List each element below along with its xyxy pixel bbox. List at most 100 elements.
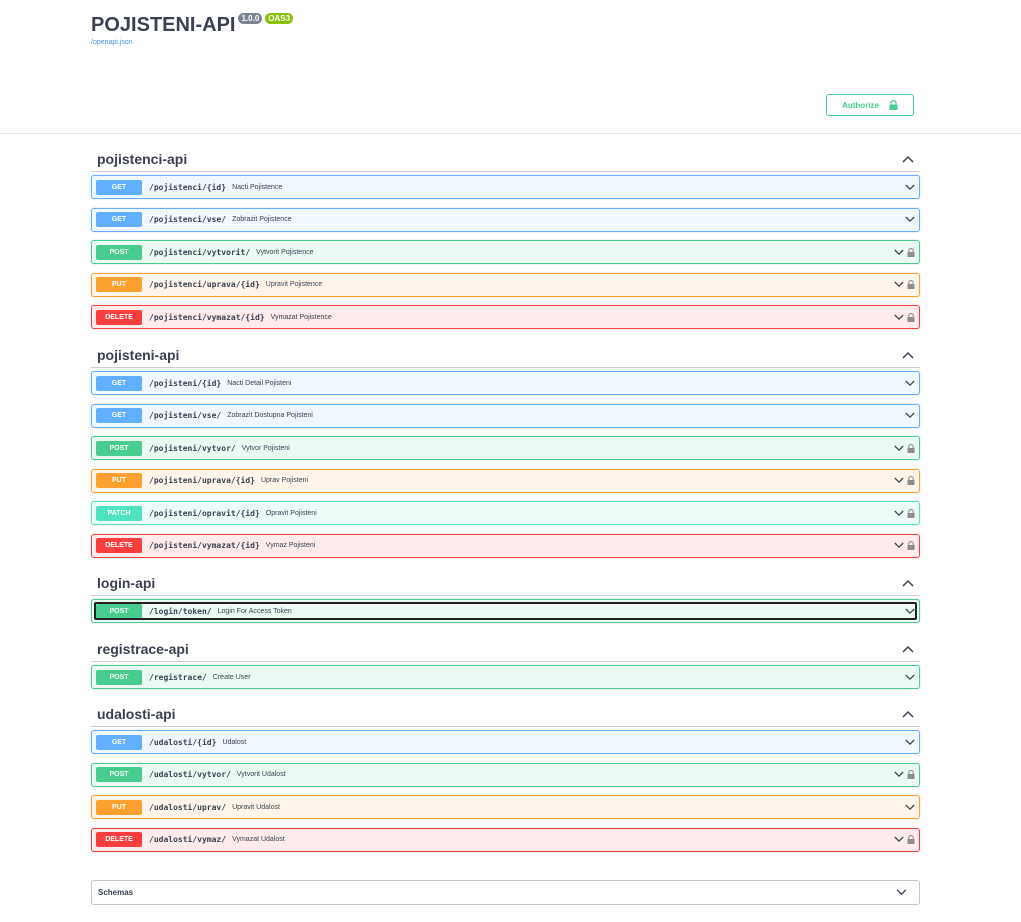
tag-name: login-api [97,574,156,591]
operation-summary: Vymazat Udalost [232,836,285,843]
operation-summary: Create User [212,673,251,681]
chevron-down-icon [905,380,915,386]
lock-icon[interactable] [907,247,915,257]
tag-header[interactable]: pojistenci-api [91,146,920,172]
lock-icon[interactable] [907,835,915,844]
method-badge: GET [96,212,142,227]
method-badge: PATCH [96,505,142,521]
method-badge: DELETE [96,538,142,553]
operation-summary: Nacti Detail Pojisteni [227,379,292,387]
operation-controls [894,535,915,557]
operation-put[interactable]: PUT/pojisteni/uprava/{id} Uprav Pojisteni [91,468,920,493]
schemas-section[interactable]: Schemas [91,880,920,905]
method-badge: GET [96,408,142,423]
operation-get[interactable]: GET/pojisteni/{id} Nacti Detail Pojisteni [91,371,920,395]
operation-patch[interactable]: PATCH/pojisteni/opravit/{id} Opravit Poji… [91,501,920,525]
operation-post[interactable]: POST/login/token/Login For Access Token [91,599,920,623]
collapse-toggle[interactable] [902,155,914,163]
operation-controls [905,176,915,198]
operation-summary: Uprav Pojisteni [260,477,309,484]
method-badge: PUT [96,473,142,488]
operation-controls [894,241,915,263]
operation-post[interactable]: POST/pojisteni/vytvor/Vytvor Pojisteni [91,436,920,460]
operation-delete[interactable]: DELETE/udalosti/vymaz/Vymazat Udalost [91,827,920,852]
method-badge: POST [96,440,142,456]
chevron-down-icon [894,249,904,255]
operation-summary: Vytvorit Udalost [236,771,286,778]
chevron-down-icon [905,216,915,223]
operation-summary: Vytvorit Pojistence [256,248,314,256]
chevron-up-icon [902,645,914,653]
operation-summary: Udalost [222,738,247,746]
tag-section-login-api: login-api POST/login/token/Login For Acce… [91,570,920,632]
operation-put[interactable]: PUT/udalosti/uprav/Upravit Udalost [91,795,920,819]
operation-path: /udalosti/vymaz/ [149,835,227,844]
chevron-down-icon [905,804,915,810]
operation-controls [894,306,915,328]
operation-summary: Zobrazit Dostupna Pojisteni [227,412,313,419]
operation-get[interactable]: GET/udalosti/{id} Udalost [91,730,920,754]
chevron-down-icon [894,281,904,288]
method-badge: POST [96,669,142,685]
chevron-down-icon [894,510,904,516]
operation-get[interactable]: GET/pojisteni/vse/Zobrazit Dostupna Poji… [91,403,920,428]
operation-controls [905,372,915,394]
authorize-button[interactable]: Authorize [826,94,914,116]
operation-controls [894,470,915,492]
tag-section-pojisteni-api: pojisteni-api GET/pojisteni/{id} Nacti Det… [91,342,920,566]
operation-summary: Opravit Pojisteni [265,509,317,517]
collapse-toggle[interactable] [902,351,914,359]
tag-header[interactable]: udalosti-api [91,701,920,727]
operation-post[interactable]: POST/udalosti/vytvor/Vytvorit Udalost [91,762,920,787]
collapse-toggle[interactable] [902,645,914,653]
authorize-label: Authorize [842,100,879,110]
operation-get[interactable]: GET/pojistenci/vse/Zobrazit Pojistence [91,207,920,232]
operation-path: /pojistenci/vymazat/{id} [149,312,265,322]
operation-delete[interactable]: DELETE/pojisteni/vymazat/{id} Vymaz Pojis… [91,533,920,558]
lock-icon[interactable] [907,312,915,322]
lock-icon[interactable] [907,770,915,779]
schemas-label: Schemas [98,888,134,897]
operation-path: /pojisteni/vse/ [149,411,222,420]
chevron-down-icon [894,477,904,484]
method-badge: DELETE [96,309,142,325]
operation-path: /udalosti/vytvor/ [149,770,231,779]
chevron-down-icon [894,314,904,320]
operation-path: /udalosti/{id} [149,737,217,747]
operation-controls [894,502,915,524]
operation-put[interactable]: PUT/pojistenci/uprava/{id} Upravit Pojist… [91,272,920,297]
operation-post[interactable]: POST/registrace/Create User [91,665,920,689]
tag-name: pojisteni-api [97,346,180,363]
tag-section-pojistenci-api: pojistenci-api GET/pojistenci/{id} Nacti P… [91,146,920,338]
operation-get[interactable]: GET/pojistenci/{id} Nacti Pojistence [91,175,920,199]
tag-name: pojistenci-api [97,150,188,167]
lock-icon[interactable] [907,476,915,485]
operation-path: /registrace/ [149,672,207,682]
lock-icon[interactable] [907,443,915,453]
chevron-down-icon [894,445,904,451]
chevron-down-icon [905,184,915,190]
operation-post[interactable]: POST/pojistenci/vytvorit/Vytvorit Pojist… [91,240,920,264]
method-badge: PUT [96,799,142,815]
method-badge: DELETE [96,832,142,847]
collapse-toggle[interactable] [902,710,914,718]
operation-summary: Upravit Pojistence [265,281,323,288]
lock-icon[interactable] [907,280,915,289]
collapse-toggle[interactable] [902,579,914,587]
operation-delete[interactable]: DELETE/pojistenci/vymazat/{id} Vymazat Po… [91,305,920,329]
operation-path: /udalosti/uprav/ [149,802,227,812]
openapi-json-link[interactable]: /openapi.json [91,39,293,46]
operation-path: /pojistenci/vytvorit/ [149,247,251,257]
tag-header[interactable]: login-api [91,570,920,596]
lock-icon[interactable] [907,508,915,518]
tag-header[interactable]: registrace-api [91,636,920,662]
tag-section-registrace-api: registrace-api POST/registrace/Create Use… [91,636,920,698]
tag-header[interactable]: pojisteni-api [91,342,920,368]
lock-icon[interactable] [907,541,915,550]
operation-path: /pojistenci/{id} [149,182,227,192]
operation-controls [905,796,915,818]
chevron-down-icon [896,889,907,896]
operation-controls [894,764,915,786]
api-info: POJISTENI-API 1.0.0 OAS3 /openapi.json [91,12,294,46]
tag-section-udalosti-api: udalosti-api GET/udalosti/{id} Udalost POST… [91,701,920,860]
